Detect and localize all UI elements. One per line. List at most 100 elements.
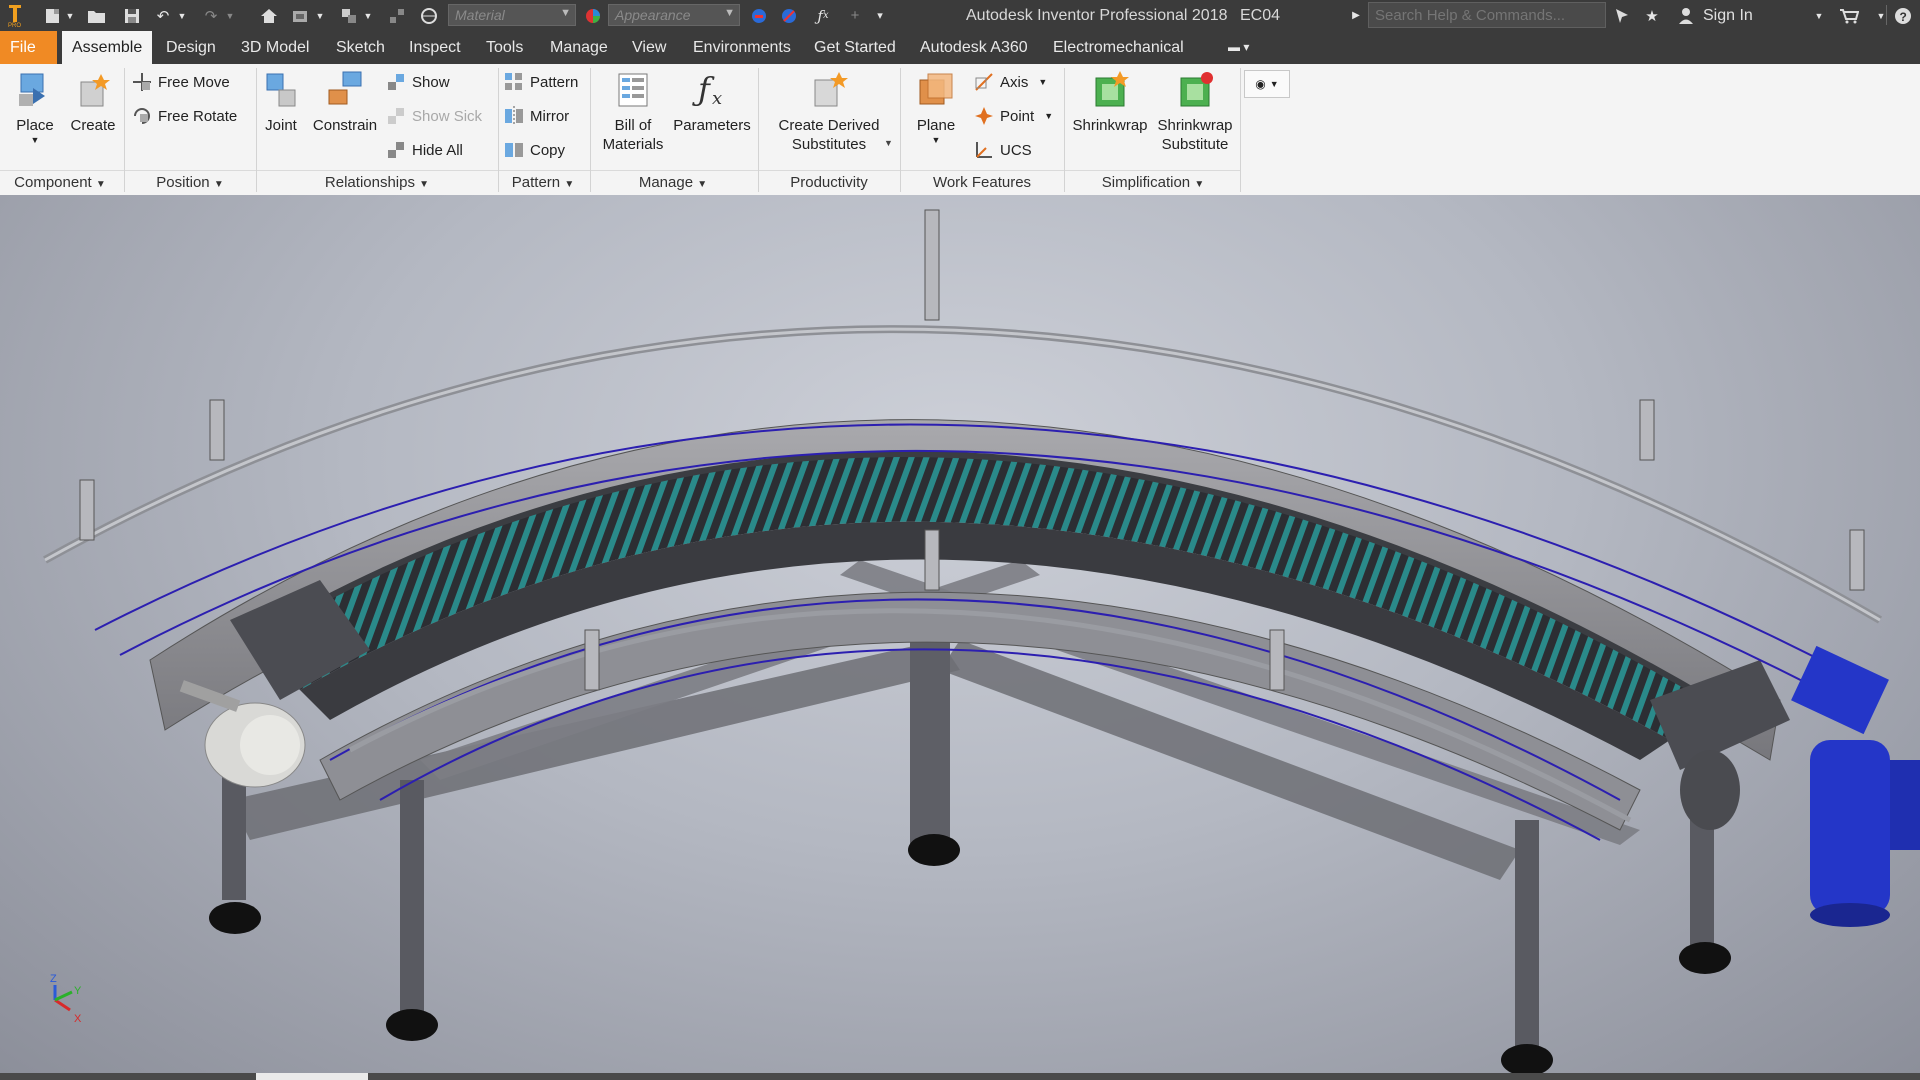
favorites-star-icon[interactable]: ★ — [1642, 5, 1662, 26]
document-tab[interactable] — [256, 1073, 368, 1080]
joint-button[interactable]: Joint — [258, 70, 304, 135]
redo-icon[interactable]: ↷ — [200, 5, 222, 26]
tab-electromechanical[interactable]: Electromechanical — [1043, 31, 1194, 64]
tab-tools[interactable]: Tools — [476, 31, 533, 64]
inventor-logo-icon[interactable]: PRO — [6, 4, 24, 28]
panel-title-pattern[interactable]: Pattern ▼ — [500, 172, 586, 194]
parameters-fx-icon[interactable]: ƒx — [812, 5, 834, 26]
place-icon — [15, 70, 55, 110]
axis-button[interactable]: Axis ▼ — [974, 72, 1047, 92]
bill-of-materials-button[interactable]: Bill of Materials — [594, 70, 672, 154]
tab-manage[interactable]: Manage — [540, 31, 618, 64]
mirror-button[interactable]: Mirror — [504, 106, 569, 126]
ribbon-display-toggle-icon[interactable]: ▬ ▾ — [1218, 31, 1259, 64]
status-bar — [0, 1073, 1920, 1080]
panel-title-component[interactable]: Component ▼ — [0, 172, 120, 194]
customize-qa-icon[interactable]: ▾ — [872, 5, 888, 26]
clear-appearance-icon[interactable] — [778, 5, 800, 26]
panel-separator — [498, 68, 499, 192]
free-rotate-button[interactable]: Free Rotate — [132, 106, 237, 126]
plane-button[interactable]: Plane ▼ — [906, 70, 966, 145]
panel-title-manage[interactable]: Manage ▼ — [592, 172, 754, 194]
communication-icon[interactable] — [1612, 5, 1632, 26]
new-dropdown-icon[interactable]: ▼ — [64, 5, 76, 26]
panel-title-work-features: Work Features — [932, 174, 1032, 191]
home-icon[interactable] — [258, 5, 280, 26]
tab-design[interactable]: Design — [156, 31, 226, 64]
select-dropdown-icon[interactable]: ▼ — [362, 5, 374, 26]
axis-label-y: Y — [74, 985, 82, 997]
tab-file[interactable]: File — [0, 31, 57, 64]
conveyor-model[interactable]: Z Y X — [0, 195, 1920, 1073]
adjust-appearance-icon[interactable] — [748, 5, 770, 26]
panel-dropdown-icon: ▼ — [697, 179, 708, 190]
ucs-button[interactable]: UCS — [974, 140, 1032, 160]
sign-in-link[interactable]: Sign In — [1703, 7, 1753, 25]
ribbon: Place ▼ Create Component ▼ Free Move Fre… — [0, 64, 1920, 196]
panel-title-position[interactable]: Position ▼ — [128, 172, 252, 194]
help-icon[interactable]: ? — [1893, 5, 1913, 26]
tab-assemble[interactable]: Assemble — [62, 31, 153, 64]
panel-separator — [124, 68, 125, 192]
shrinkwrap-substitute-button[interactable]: Shrinkwrap Substitute — [1152, 70, 1238, 154]
panel-separator — [256, 68, 257, 192]
place-button[interactable]: Place ▼ — [10, 70, 60, 145]
point-button[interactable]: Point ▼ — [974, 106, 1053, 126]
graphics-viewport[interactable]: Z Y X — [0, 195, 1920, 1073]
signin-dropdown-icon[interactable]: ▼ — [1812, 5, 1826, 26]
tab-environments[interactable]: Environments — [683, 31, 801, 64]
appearance-select[interactable]: Appearance ▼ — [608, 4, 740, 26]
axis-icon — [974, 72, 994, 92]
material-select[interactable]: Material ▼ — [448, 4, 576, 26]
panel-title-simplification[interactable]: Simplification ▼ — [1066, 172, 1240, 194]
create-button[interactable]: Create — [66, 70, 120, 135]
search-input[interactable] — [1368, 2, 1606, 28]
free-move-button[interactable]: Free Move — [132, 72, 230, 92]
tab-view[interactable]: View — [622, 31, 676, 64]
globe-icon[interactable] — [418, 5, 440, 26]
cds-dropdown-icon[interactable]: ▼ — [884, 138, 893, 148]
pattern-icon — [504, 72, 524, 92]
copy-icon — [504, 140, 524, 160]
copy-button[interactable]: Copy — [504, 140, 565, 160]
tab-inspect[interactable]: Inspect — [399, 31, 471, 64]
add-icon[interactable]: + — [844, 5, 866, 26]
panel-dropdown-icon: ▼ — [419, 179, 430, 190]
app-title: Autodesk Inventor Professional 2018 — [966, 7, 1228, 24]
redo-dropdown-icon[interactable]: ▼ — [224, 5, 236, 26]
show-sick-button[interactable]: Show Sick — [386, 106, 482, 126]
undo-dropdown-icon[interactable]: ▼ — [176, 5, 188, 26]
update-icon[interactable] — [290, 5, 312, 26]
pattern-button[interactable]: Pattern — [504, 72, 578, 92]
undo-icon[interactable]: ↶ — [152, 5, 174, 26]
free-rotate-icon — [132, 106, 152, 126]
create-derived-substitutes-button[interactable]: Create Derived Substitutes — [764, 70, 894, 154]
tab-sketch[interactable]: Sketch — [326, 31, 395, 64]
cart-icon[interactable] — [1838, 5, 1860, 26]
constrain-button[interactable]: Constrain — [308, 70, 382, 135]
ribbon-options-button[interactable]: ◉ ▼ — [1244, 70, 1290, 98]
axis-dropdown-icon: ▼ — [1038, 77, 1048, 87]
svg-text:PRO: PRO — [8, 23, 21, 28]
create-derived-substitutes-icon — [809, 70, 849, 110]
shrinkwrap-button[interactable]: Shrinkwrap — [1068, 70, 1152, 135]
update-dropdown-icon[interactable]: ▼ — [314, 5, 326, 26]
hide-all-button[interactable]: Hide All — [386, 140, 463, 160]
tab-get-started[interactable]: Get Started — [804, 31, 906, 64]
ribbon-tab-bar: File Assemble Design 3D Model Sketch Ins… — [0, 31, 1920, 64]
panel-title-relationships[interactable]: Relationships ▼ — [258, 172, 496, 194]
titlebar-divider — [1886, 5, 1887, 25]
constrain-icon — [325, 70, 365, 110]
save-icon[interactable] — [122, 5, 142, 26]
expand-arrow-icon[interactable]: ▶ — [1350, 5, 1362, 26]
parameters-button[interactable]: ƒx Parameters — [670, 70, 754, 135]
tab-autodesk-a360[interactable]: Autodesk A360 — [910, 31, 1038, 64]
measure-icon[interactable] — [386, 5, 408, 26]
new-icon[interactable] — [42, 5, 64, 26]
select-priority-icon[interactable] — [338, 5, 360, 26]
tab-3d-model[interactable]: 3D Model — [231, 31, 319, 64]
place-dropdown-icon: ▼ — [30, 135, 40, 145]
show-button[interactable]: Show — [386, 72, 450, 92]
panel-separator — [900, 68, 901, 192]
open-icon[interactable] — [86, 5, 108, 26]
